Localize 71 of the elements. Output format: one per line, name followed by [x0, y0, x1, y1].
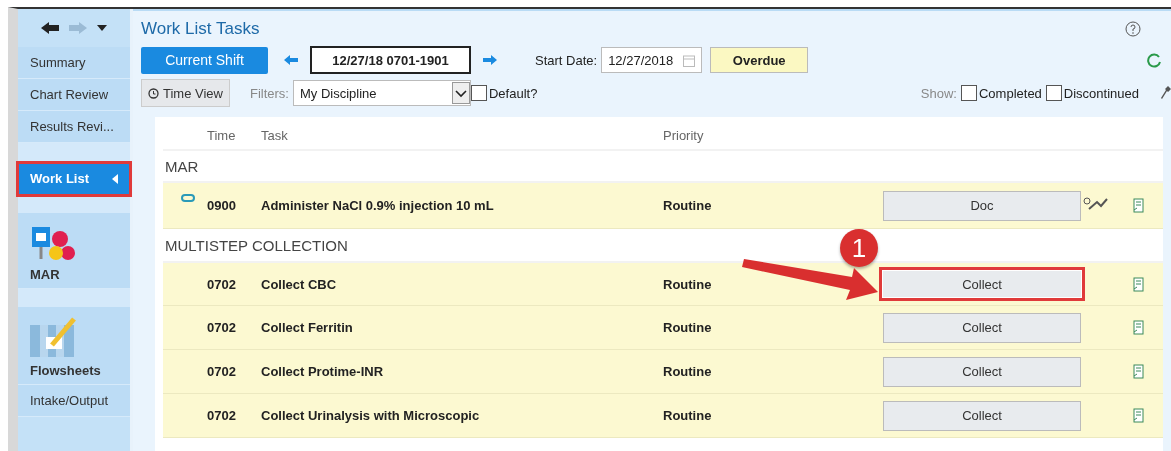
time-cell-text: 0900 [207, 198, 237, 213]
task-row[interactable]: 0702 Collect Urinalysis with Microscopic Routine Collect [163, 394, 1163, 438]
priority-cell-text: Routine [663, 320, 713, 335]
document-icon[interactable] [1133, 198, 1144, 213]
sidebar-item[interactable]: Intake/Output [18, 385, 130, 417]
collapse-caret-icon [112, 173, 118, 184]
task-row[interactable]: 0702 Collect Protime-INR Routine Collect [163, 350, 1163, 394]
task-row[interactable]: 0900 Administer NaCl 0.9% injection 10 mL Routine Doc [163, 183, 1163, 229]
task-cell-text: Administer NaCl 0.9% injection 10 mL [261, 198, 495, 213]
action-button[interactable]: Doc [883, 190, 1081, 221]
calendar-icon[interactable] [683, 53, 696, 67]
document-icon[interactable] [1133, 364, 1144, 379]
document-icon[interactable] [1133, 276, 1144, 292]
action-button[interactable]: Collect [883, 400, 1081, 431]
checkbox[interactable] [1045, 85, 1062, 101]
back-arrow-icon[interactable] [41, 22, 59, 34]
sidebar-item[interactable]: Results Revi... [18, 111, 130, 143]
medication-icon[interactable] [1083, 197, 1109, 211]
sidebar-item[interactable]: Work List [18, 163, 130, 195]
filter-dropdown[interactable]: My Discipline [292, 80, 471, 106]
sidebar-item[interactable]: MAR [18, 213, 130, 289]
time-view-button[interactable]: Time View [141, 79, 230, 107]
checkbox-label: Default? [488, 85, 538, 101]
refresh-icon[interactable] [1147, 52, 1161, 68]
checkbox[interactable] [960, 85, 977, 101]
help-icon[interactable] [1125, 21, 1141, 37]
show-label: Show: [920, 85, 957, 101]
next-arrow-icon[interactable] [483, 55, 497, 65]
wrench-icon[interactable] [1161, 86, 1171, 100]
sidebar-item[interactable]: Chart Review [18, 79, 130, 111]
time-cell-text: 0702 [207, 320, 237, 335]
sidebar-item-label: MAR [30, 267, 60, 282]
filters-label: Filters: [249, 85, 289, 101]
link-icon [181, 194, 195, 202]
chart-pencil-icon [30, 315, 78, 357]
task-row[interactable]: 0702 Collect CBC Routine Collect [163, 263, 1163, 306]
start-date-label: Start Date: [535, 52, 598, 68]
task-cell-text: Collect Protime-INR [261, 364, 385, 379]
overdue-label[interactable]: Overdue [710, 47, 809, 73]
task-cell-text: Collect CBC [261, 276, 338, 292]
checkbox-label: Discontinued [1063, 85, 1139, 101]
task-cell-text: Collect Ferritin [261, 320, 354, 335]
time-cell-text: 0702 [207, 364, 237, 379]
priority-cell-text: Routine [663, 408, 713, 423]
column-header: Priority [663, 127, 705, 143]
dropdown-caret-icon[interactable] [451, 82, 470, 104]
checkbox-label: Completed [978, 85, 1042, 101]
column-header: Time [207, 127, 237, 143]
action-button[interactable]: Collect [879, 267, 1085, 301]
document-icon[interactable] [1133, 408, 1144, 423]
start-date-field[interactable]: 12/27/2018 [601, 47, 703, 73]
priority-cell-text: Routine [663, 276, 713, 292]
task-cell-text: Collect Urinalysis with Microscopic [261, 408, 481, 423]
shift-range-field[interactable]: 12/27/18 0701-1901 [310, 46, 471, 74]
action-button[interactable]: Collect [883, 356, 1081, 387]
document-icon[interactable] [1133, 320, 1144, 335]
previous-arrow-icon[interactable] [284, 55, 298, 65]
current-shift-button[interactable]: Current Shift [141, 46, 268, 74]
time-cell-text: 0702 [207, 408, 237, 423]
sidebar-item[interactable]: Summary [18, 47, 130, 79]
sidebar-item-label: Flowsheets [30, 363, 101, 378]
priority-cell-text: Routine [663, 198, 713, 213]
clock-icon [148, 87, 159, 99]
column-header: Task [261, 127, 289, 143]
action-button[interactable]: Collect [883, 312, 1081, 343]
sidebar-item[interactable]: Flowsheets [18, 307, 130, 385]
dropdown-caret-icon[interactable] [97, 25, 107, 31]
priority-cell-text: Routine [663, 364, 713, 379]
task-row[interactable]: 0702 Collect Ferritin Routine Collect [163, 306, 1163, 350]
time-cell-text: 0702 [207, 276, 237, 292]
page-title: Work List Tasks [141, 19, 260, 39]
